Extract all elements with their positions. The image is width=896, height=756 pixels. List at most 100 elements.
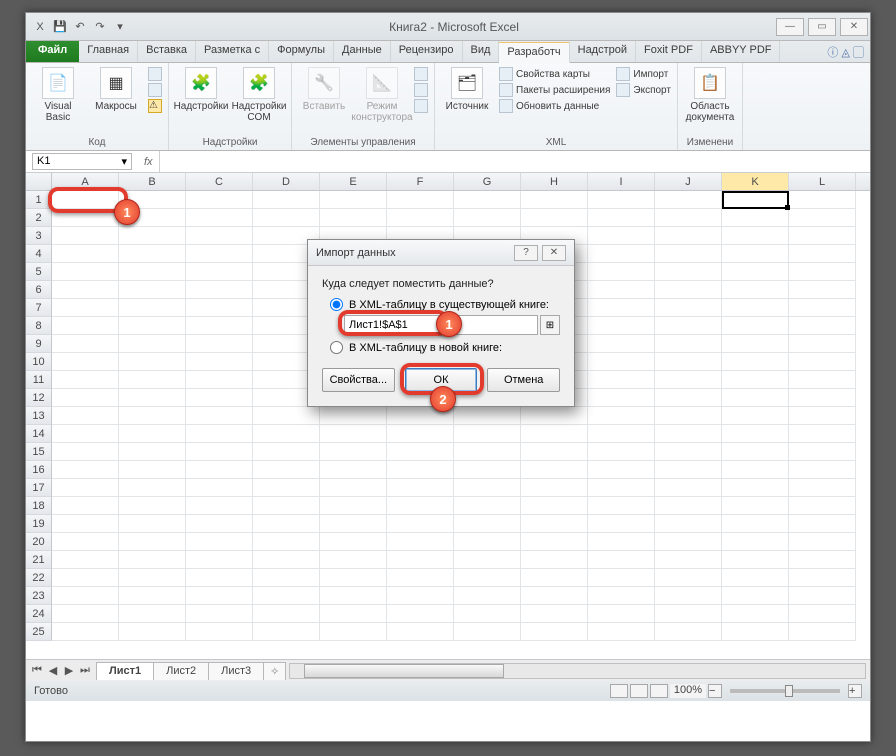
cell[interactable] (521, 623, 588, 641)
cell[interactable] (655, 263, 722, 281)
maximize-button[interactable]: ▭ (808, 18, 836, 36)
cancel-button[interactable]: Отмена (487, 368, 560, 392)
cell[interactable] (387, 425, 454, 443)
cell[interactable] (119, 479, 186, 497)
cell[interactable] (655, 245, 722, 263)
cell[interactable] (186, 317, 253, 335)
macro-security-icon[interactable]: ⚠ (148, 99, 162, 113)
cell[interactable] (320, 443, 387, 461)
cell[interactable] (52, 317, 119, 335)
qat-more-icon[interactable]: ▾ (112, 19, 128, 35)
cell[interactable] (186, 299, 253, 317)
sheet-tab[interactable]: Лист1 (96, 662, 154, 680)
cell[interactable] (119, 209, 186, 227)
radio-existing-input[interactable] (330, 298, 343, 311)
cell[interactable] (655, 335, 722, 353)
cell[interactable] (789, 461, 856, 479)
cell[interactable] (722, 425, 789, 443)
col-header[interactable]: A (52, 173, 119, 190)
tab-foxit[interactable]: Foxit PDF (636, 41, 702, 62)
cell[interactable] (722, 299, 789, 317)
cell[interactable] (588, 605, 655, 623)
cell[interactable] (521, 515, 588, 533)
addins-button[interactable]: 🧩Надстройки (175, 65, 227, 112)
cell[interactable] (588, 443, 655, 461)
cell[interactable] (186, 353, 253, 371)
cell[interactable] (789, 623, 856, 641)
cell[interactable] (186, 623, 253, 641)
row-header[interactable]: 17 (26, 479, 52, 497)
cell[interactable] (588, 317, 655, 335)
cell[interactable] (454, 497, 521, 515)
range-picker-icon[interactable]: ⊞ (540, 315, 560, 335)
save-icon[interactable]: 💾 (52, 19, 68, 35)
cell[interactable] (655, 281, 722, 299)
cell[interactable] (521, 533, 588, 551)
cell[interactable] (588, 389, 655, 407)
cell[interactable] (722, 353, 789, 371)
cell[interactable] (588, 551, 655, 569)
cell[interactable] (320, 407, 387, 425)
cell[interactable] (722, 515, 789, 533)
zoom-in-icon[interactable]: + (848, 684, 862, 698)
cell[interactable] (320, 551, 387, 569)
cell[interactable] (655, 425, 722, 443)
cell[interactable] (655, 227, 722, 245)
cell[interactable] (186, 335, 253, 353)
cell[interactable] (387, 623, 454, 641)
close-button[interactable]: ✕ (840, 18, 868, 36)
com-addins-button[interactable]: 🧩Надстройки COM (233, 65, 285, 123)
cell[interactable] (52, 299, 119, 317)
cell[interactable] (253, 587, 320, 605)
cell[interactable] (186, 389, 253, 407)
row-header[interactable]: 11 (26, 371, 52, 389)
cell[interactable] (722, 371, 789, 389)
view-normal-icon[interactable] (610, 684, 628, 698)
zoom-slider[interactable] (730, 689, 840, 693)
cell[interactable] (186, 587, 253, 605)
formula-input[interactable] (159, 151, 870, 172)
cell[interactable] (52, 497, 119, 515)
col-header[interactable]: F (387, 173, 454, 190)
cell[interactable] (253, 443, 320, 461)
cell[interactable] (253, 407, 320, 425)
cell[interactable] (119, 299, 186, 317)
row-header[interactable]: 25 (26, 623, 52, 641)
cell[interactable] (789, 209, 856, 227)
cell[interactable] (320, 533, 387, 551)
col-header[interactable]: B (119, 173, 186, 190)
cell[interactable] (119, 263, 186, 281)
cell[interactable] (588, 335, 655, 353)
cell[interactable] (52, 479, 119, 497)
cell[interactable] (253, 569, 320, 587)
cell[interactable] (521, 479, 588, 497)
cell[interactable] (320, 587, 387, 605)
cell[interactable] (588, 623, 655, 641)
col-header[interactable]: C (186, 173, 253, 190)
cell[interactable] (655, 569, 722, 587)
cell[interactable] (588, 479, 655, 497)
cell[interactable] (52, 533, 119, 551)
cell[interactable] (119, 353, 186, 371)
cell[interactable] (521, 587, 588, 605)
cell[interactable] (521, 443, 588, 461)
cell[interactable] (186, 479, 253, 497)
cell[interactable] (789, 389, 856, 407)
refresh-data-button[interactable]: Обновить данные (499, 99, 610, 113)
cell[interactable] (387, 497, 454, 515)
cell[interactable] (722, 335, 789, 353)
cell[interactable] (387, 569, 454, 587)
cell[interactable] (52, 263, 119, 281)
cell[interactable] (722, 443, 789, 461)
cell[interactable] (320, 497, 387, 515)
row-header[interactable]: 12 (26, 389, 52, 407)
cell[interactable] (253, 533, 320, 551)
cell[interactable] (119, 281, 186, 299)
cell[interactable] (521, 191, 588, 209)
cell[interactable] (588, 587, 655, 605)
row-header[interactable]: 8 (26, 317, 52, 335)
row-header[interactable]: 24 (26, 605, 52, 623)
cell[interactable] (52, 227, 119, 245)
cell[interactable] (52, 353, 119, 371)
cell[interactable] (722, 263, 789, 281)
